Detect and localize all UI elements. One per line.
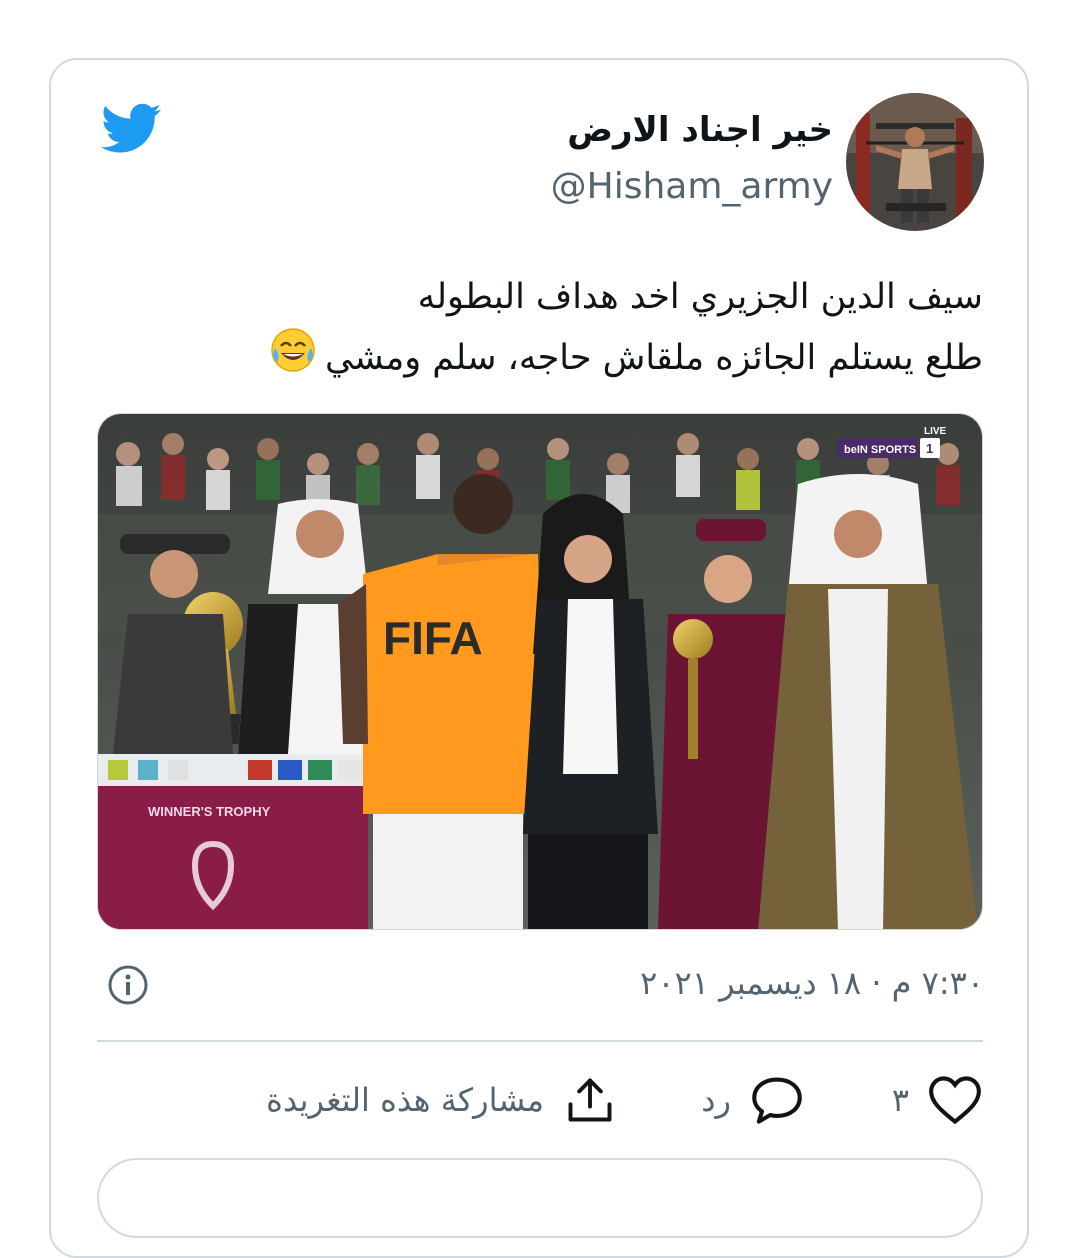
reply-bubble-icon xyxy=(752,1077,802,1124)
info-icon[interactable] xyxy=(106,963,150,1007)
share-button[interactable]: مشاركة هذه التغريدة xyxy=(266,1070,618,1130)
tweet-timestamp[interactable]: ٧:٣٠ م · ١٨ ديسمبر ٢٠٢١ xyxy=(640,964,984,1002)
face-with-tears-of-joy-icon xyxy=(269,326,317,392)
display-name[interactable]: خير اجناد الارض xyxy=(567,110,833,150)
broadcaster-logo: beIN SPORTS xyxy=(844,444,916,456)
share-label: مشاركة هذه التغريدة xyxy=(266,1081,544,1119)
tweet-text: سيف الدين الجزيري اخد هداف البطوله طلع ي… xyxy=(163,268,983,392)
tweet-media-image[interactable]: WINNER'S TROPHY FIFA beIN SPORTS 1 LIVE xyxy=(97,413,983,930)
divider xyxy=(97,1040,983,1042)
bib-text: FIFA xyxy=(383,612,483,664)
avatar[interactable] xyxy=(846,93,984,231)
like-button[interactable]: ٣ xyxy=(892,1070,983,1130)
tweet-text-line: طلع يستلم الجائزه ملقاش حاجه، سلم ومشي xyxy=(325,338,983,378)
winners-trophy-label: WINNER'S TROPHY xyxy=(148,804,271,819)
heart-icon xyxy=(929,1076,981,1125)
tweet-actions: ٣ رد مشاركة هذه التغريدة xyxy=(97,1070,983,1130)
broadcaster-channel: 1 xyxy=(926,441,933,456)
share-icon xyxy=(568,1078,612,1122)
reply-button[interactable]: رد xyxy=(701,1070,805,1130)
like-count: ٣ xyxy=(891,1081,909,1119)
tweet-text-line: سيف الدين الجزيري اخد هداف البطوله xyxy=(417,277,983,317)
reply-input-box[interactable] xyxy=(97,1158,983,1238)
tweet-text-line-with-emoji: طلع يستلم الجائزه ملقاش حاجه، سلم ومشي xyxy=(163,326,983,392)
twitter-logo-icon[interactable] xyxy=(98,98,166,158)
user-handle[interactable]: @Hisham_army xyxy=(551,166,833,207)
live-label: LIVE xyxy=(924,426,947,437)
reply-label: رد xyxy=(701,1081,731,1119)
